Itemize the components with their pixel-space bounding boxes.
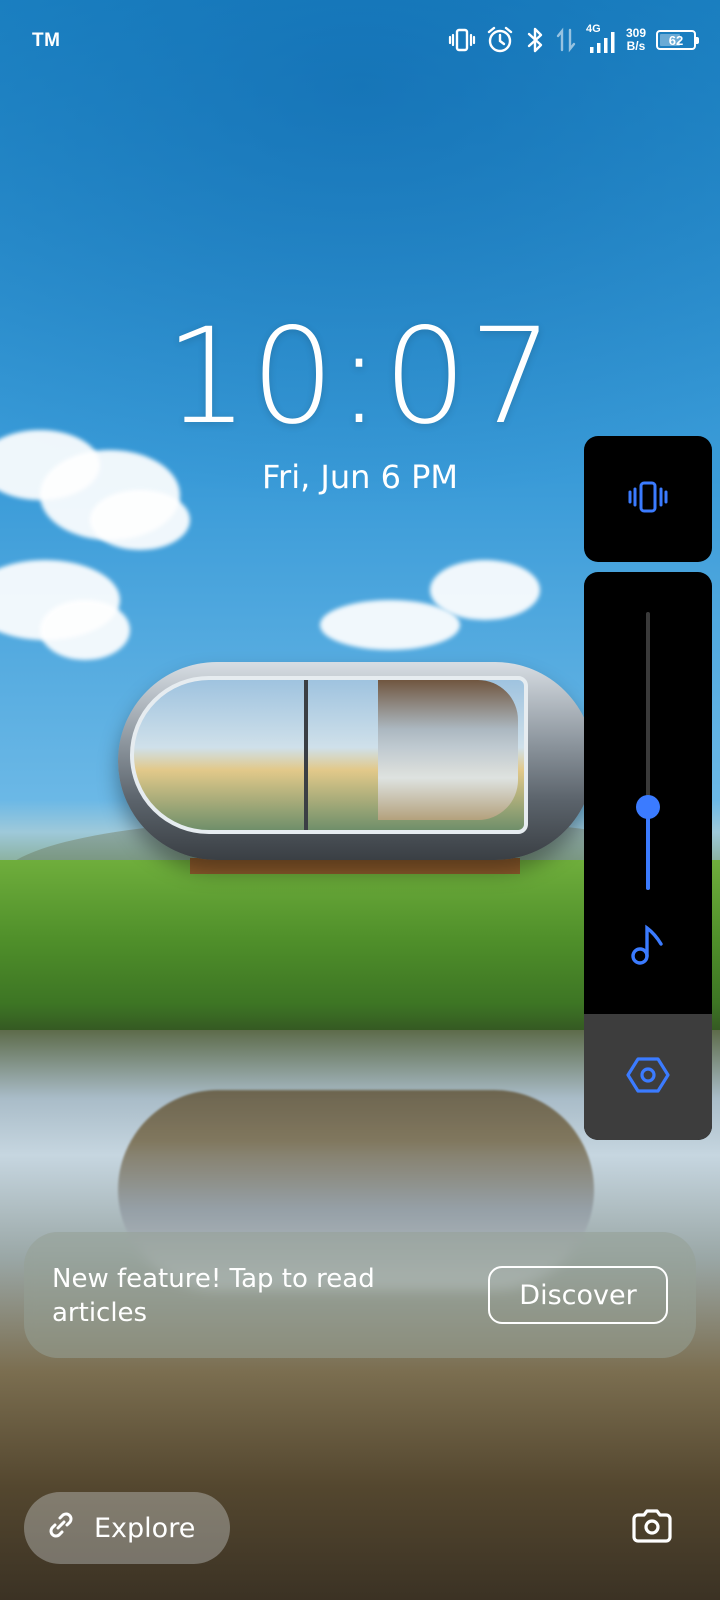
wallpaper-cloud [320, 600, 460, 650]
carrier-label: TM [32, 30, 61, 51]
wallpaper-capsule-base [190, 858, 520, 874]
volume-panel [584, 572, 712, 1140]
wallpaper-cloud [40, 600, 130, 660]
wallpaper-capsule-room [378, 680, 518, 820]
alarm-icon [486, 26, 514, 54]
feature-banner[interactable]: New feature! Tap to read articles Discov… [24, 1232, 696, 1358]
lock-clock: 10:07 [164, 300, 556, 454]
banner-message: New feature! Tap to read articles [52, 1264, 375, 1328]
wallpaper-capsule-house [118, 662, 594, 860]
battery-icon: 62 [656, 30, 699, 50]
music-note-icon[interactable] [628, 922, 668, 966]
wallpaper-cloud [90, 490, 190, 550]
data-arrows-icon [556, 26, 576, 54]
net-speed: 309 B/s [626, 27, 646, 53]
discover-button[interactable]: Discover [488, 1266, 668, 1324]
status-icons: 4G 309 B/s 62 [448, 22, 699, 58]
volume-settings-button[interactable] [584, 1014, 712, 1140]
volume-slider-thumb[interactable] [636, 794, 660, 819]
vibrate-icon [448, 27, 476, 53]
settings-hex-icon [626, 1053, 670, 1102]
signal-icon: 4G [586, 23, 616, 55]
net-speed-unit: B/s [626, 39, 646, 53]
wallpaper-cloud [430, 560, 540, 620]
explore-button[interactable]: Explore [24, 1492, 230, 1564]
camera-icon [630, 1507, 674, 1550]
link-icon [46, 1510, 76, 1547]
bluetooth-icon [524, 26, 546, 54]
battery-level: 62 [668, 32, 684, 48]
vibrate-icon [626, 477, 670, 522]
camera-button[interactable] [624, 1500, 680, 1556]
ringer-mode-button[interactable] [584, 436, 712, 562]
lock-screen: TM 4G 309 B/s 62 10:07 Fri, Jun 6 PM New… [0, 0, 720, 1600]
explore-label: Explore [94, 1512, 196, 1544]
volume-slider-fill [646, 806, 650, 890]
status-bar: TM 4G 309 B/s 62 [0, 0, 720, 80]
